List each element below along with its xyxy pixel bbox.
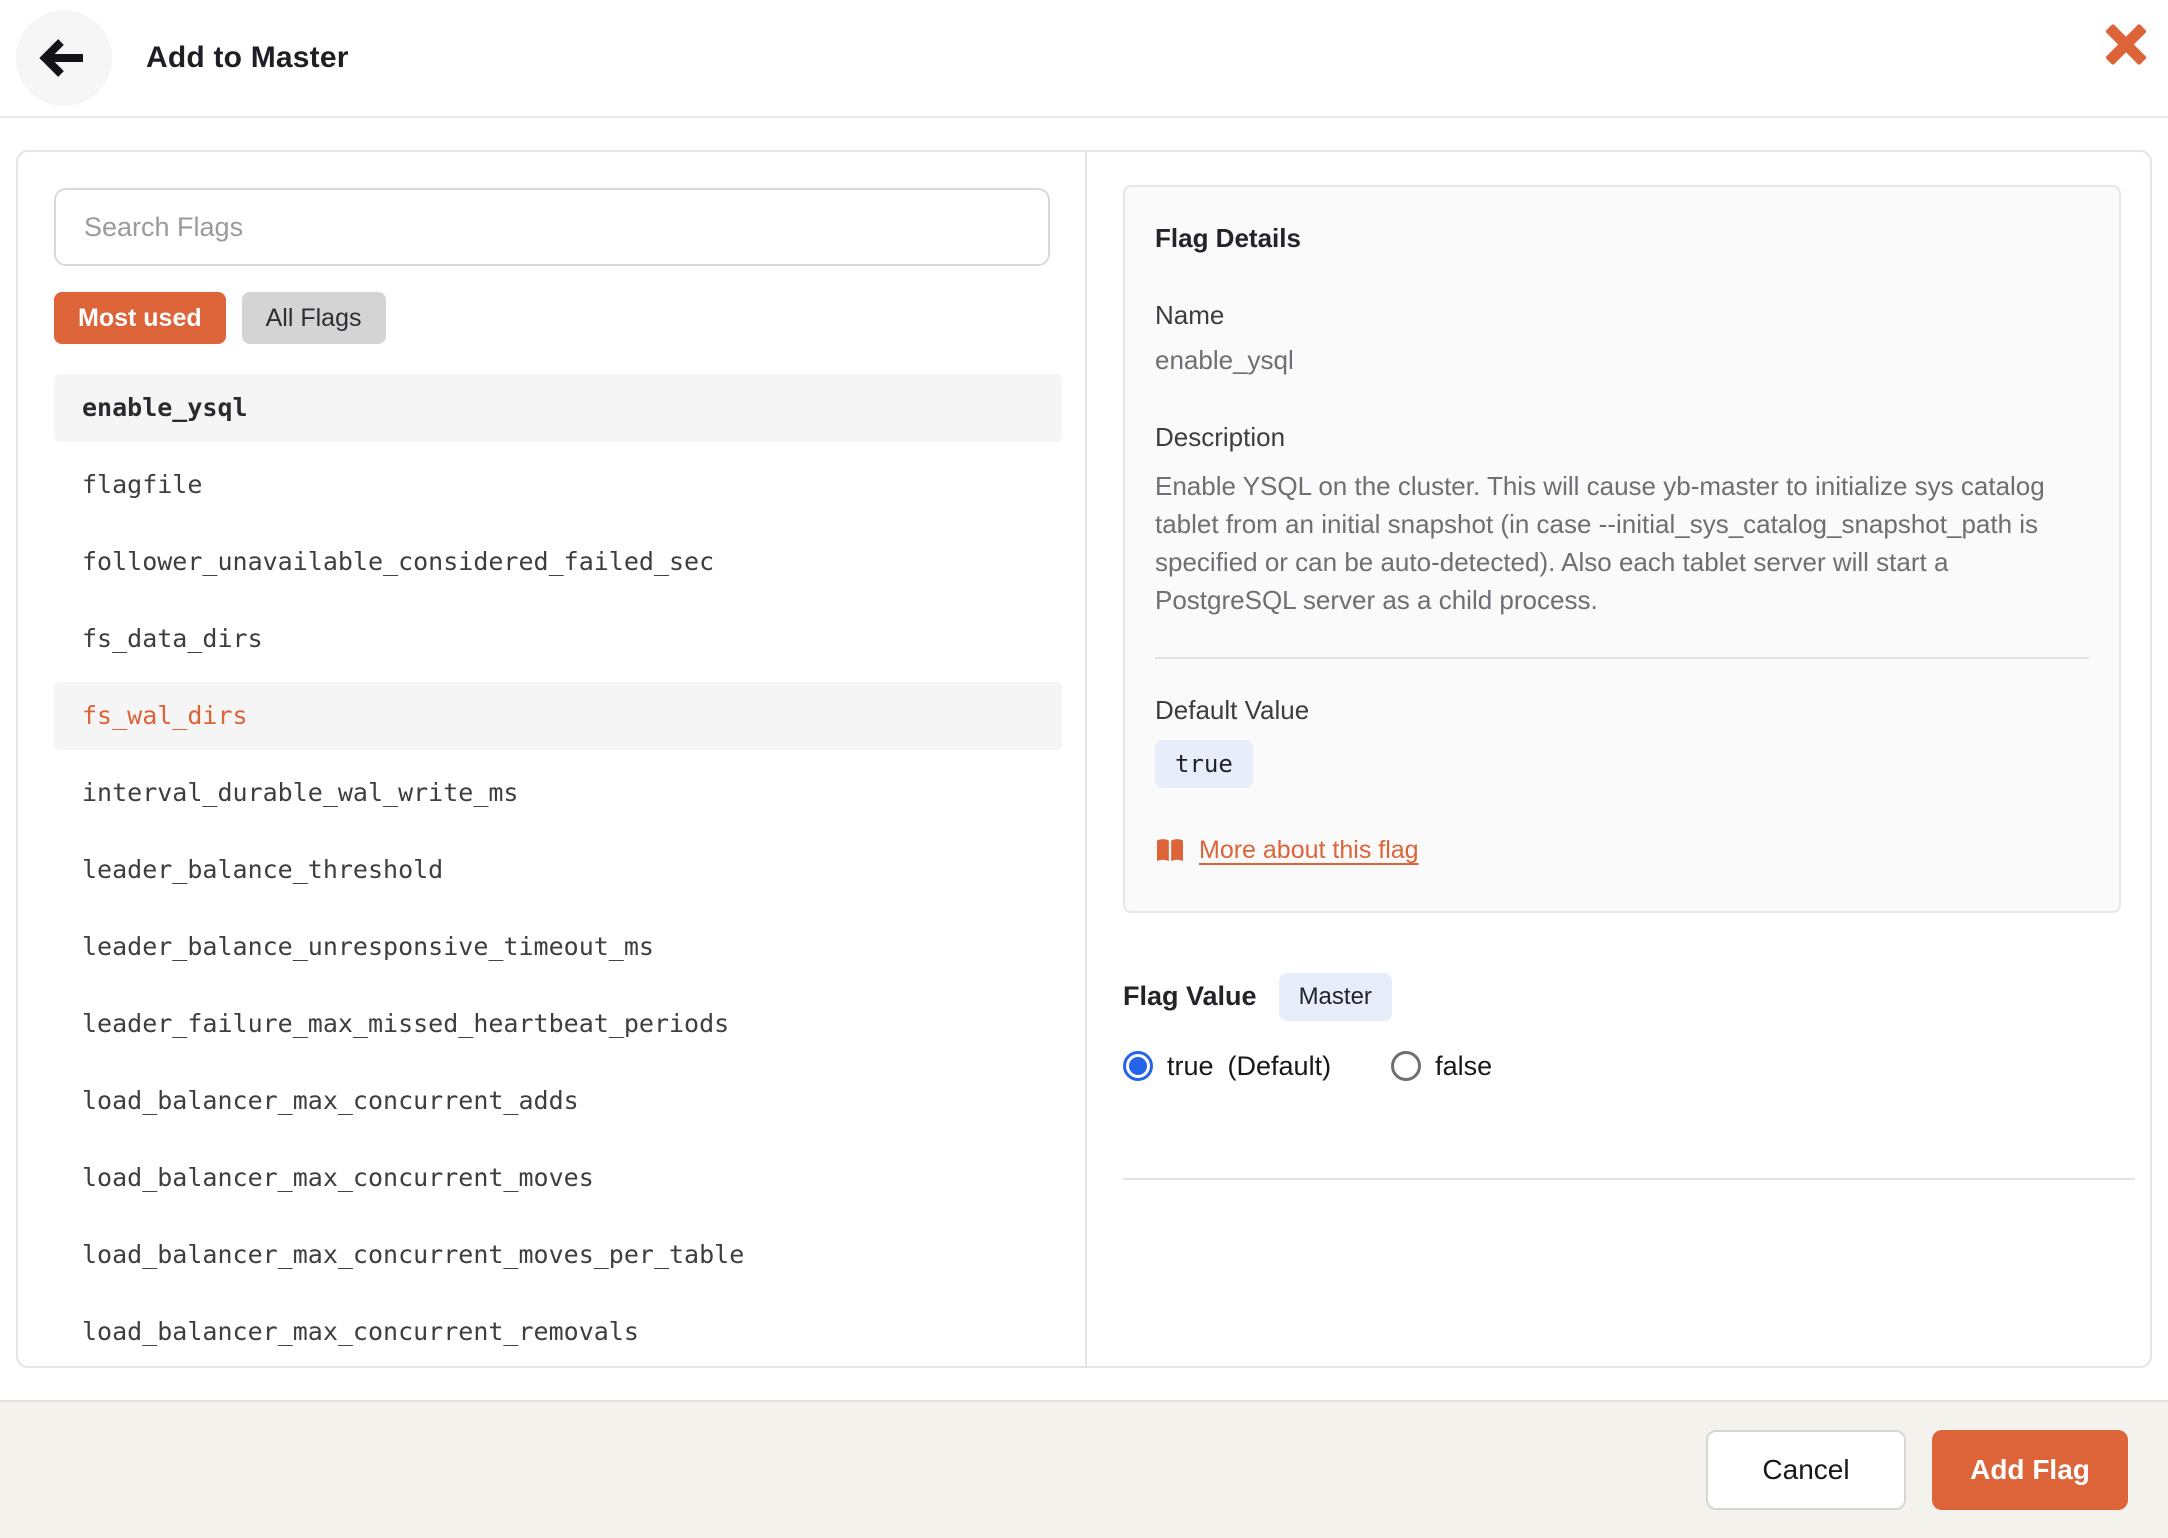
flag-row-lb-moves-per-table[interactable]: load_balancer_max_concurrent_moves_per_t… (54, 1221, 1062, 1289)
flag-row-interval-durable-wal[interactable]: interval_durable_wal_write_ms (54, 759, 1062, 827)
flag-value-options: true (Default) false (1123, 1051, 2135, 1082)
flag-row-lb-concurrent-moves[interactable]: load_balancer_max_concurrent_moves (54, 1144, 1062, 1212)
flag-row-follower-unavailable[interactable]: follower_unavailable_considered_failed_s… (54, 528, 1062, 596)
add-flag-button[interactable]: Add Flag (1932, 1430, 2128, 1510)
flags-panel: Most used All Flags enable_ysql flagfile… (18, 152, 1087, 1366)
flag-row-enable-ysql[interactable]: enable_ysql (54, 374, 1062, 442)
details-title: Flag Details (1155, 223, 2089, 254)
more-about-flag-link[interactable]: More about this flag (1155, 836, 1419, 865)
flag-row-leader-balance-unresponsive[interactable]: leader_balance_unresponsive_timeout_ms (54, 913, 1062, 981)
book-icon (1155, 838, 1185, 864)
flag-row-fs-data-dirs[interactable]: fs_data_dirs (54, 605, 1062, 673)
name-value: enable_ysql (1155, 345, 2089, 376)
flag-row-lb-concurrent-adds[interactable]: load_balancer_max_concurrent_adds (54, 1067, 1062, 1135)
radio-selected-icon (1123, 1051, 1153, 1081)
flag-row-leader-failure-heartbeat[interactable]: leader_failure_max_missed_heartbeat_peri… (54, 990, 1062, 1058)
arrow-left-icon (36, 34, 92, 82)
more-about-flag-label: More about this flag (1199, 836, 1419, 865)
flag-row-flagfile[interactable]: flagfile (54, 451, 1062, 519)
description-label: Description (1155, 422, 2089, 453)
flag-details-box: Flag Details Name enable_ysql Descriptio… (1123, 185, 2121, 913)
flag-row-fs-wal-dirs[interactable]: fs_wal_dirs (54, 682, 1062, 750)
flag-value-label: Flag Value (1123, 981, 1257, 1012)
right-panel-divider (1123, 1178, 2135, 1180)
radio-true-default[interactable]: true (Default) (1123, 1051, 1331, 1082)
radio-true-label: true (1167, 1051, 1214, 1082)
modal-footer: Cancel Add Flag (0, 1400, 2168, 1538)
name-label: Name (1155, 300, 2089, 331)
close-button[interactable] (2098, 16, 2154, 72)
flag-row-lb-concurrent-removals[interactable]: load_balancer_max_concurrent_removals (54, 1298, 1062, 1366)
search-input[interactable] (54, 188, 1050, 266)
modal-header: Add to Master (0, 0, 2168, 118)
flag-tabs: Most used All Flags (54, 292, 1065, 344)
close-icon (2104, 22, 2148, 66)
tab-most-used[interactable]: Most used (54, 292, 226, 344)
flag-value-row: Flag Value Master (1123, 973, 2135, 1021)
cancel-button[interactable]: Cancel (1706, 1430, 1906, 1510)
tab-all-flags[interactable]: All Flags (242, 292, 386, 344)
flag-list: enable_ysql flagfile follower_unavailabl… (54, 374, 1062, 1366)
master-badge: Master (1279, 973, 1392, 1021)
page-title: Add to Master (146, 41, 349, 75)
radio-false-label: false (1435, 1051, 1492, 1082)
default-value-badge: true (1155, 740, 1253, 788)
description-value: Enable YSQL on the cluster. This will ca… (1155, 467, 2095, 619)
details-panel: Flag Details Name enable_ysql Descriptio… (1087, 152, 2152, 1366)
default-value-label: Default Value (1155, 695, 2089, 726)
radio-true-suffix: (Default) (1228, 1051, 1332, 1082)
radio-unselected-icon (1391, 1051, 1421, 1081)
back-button[interactable] (16, 10, 112, 106)
flag-row-leader-balance-threshold[interactable]: leader_balance_threshold (54, 836, 1062, 904)
radio-false[interactable]: false (1391, 1051, 1492, 1082)
content-card: Most used All Flags enable_ysql flagfile… (16, 150, 2152, 1368)
details-divider (1155, 657, 2089, 659)
